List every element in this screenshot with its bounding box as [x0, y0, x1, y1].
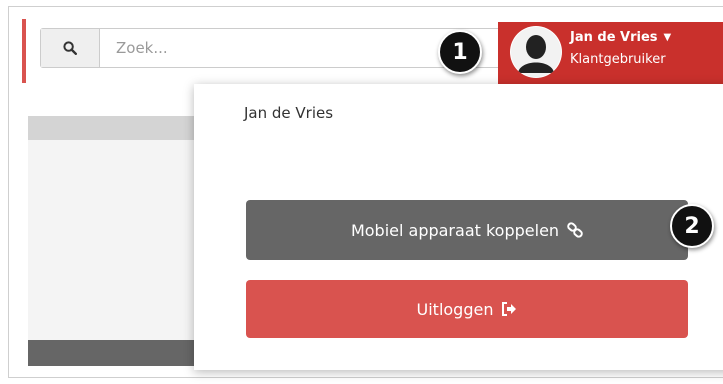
callout-1: 1 — [438, 30, 482, 74]
sign-out-icon — [501, 302, 517, 316]
caret-down-icon: ▼ — [663, 32, 672, 43]
avatar — [510, 26, 562, 78]
user-dropdown-menu: Jan de Vries Mobiel apparaat koppelen Ui… — [194, 84, 723, 370]
user-role: Klantgebruiker — [570, 52, 666, 67]
background-strip — [28, 116, 198, 140]
user-name: Jan de Vries — [570, 30, 658, 45]
callout-2: 2 — [670, 204, 714, 248]
link-mobile-device-button[interactable]: Mobiel apparaat koppelen — [246, 200, 688, 260]
link-device-label: Mobiel apparaat koppelen — [350, 220, 560, 240]
link-icon — [567, 222, 583, 238]
search-icon — [63, 41, 77, 55]
user-silhouette-icon — [511, 27, 561, 77]
background-footer-strip — [28, 340, 198, 366]
logout-label: Uitloggen — [416, 299, 494, 319]
accent-bar — [22, 19, 26, 83]
background-panel — [28, 140, 198, 340]
search-button[interactable] — [41, 29, 100, 67]
dropdown-user-name: Jan de Vries — [244, 104, 334, 122]
user-menu-toggle[interactable]: Jan de Vries ▼ Klantgebruiker — [498, 22, 723, 90]
logout-button[interactable]: Uitloggen — [246, 280, 688, 338]
